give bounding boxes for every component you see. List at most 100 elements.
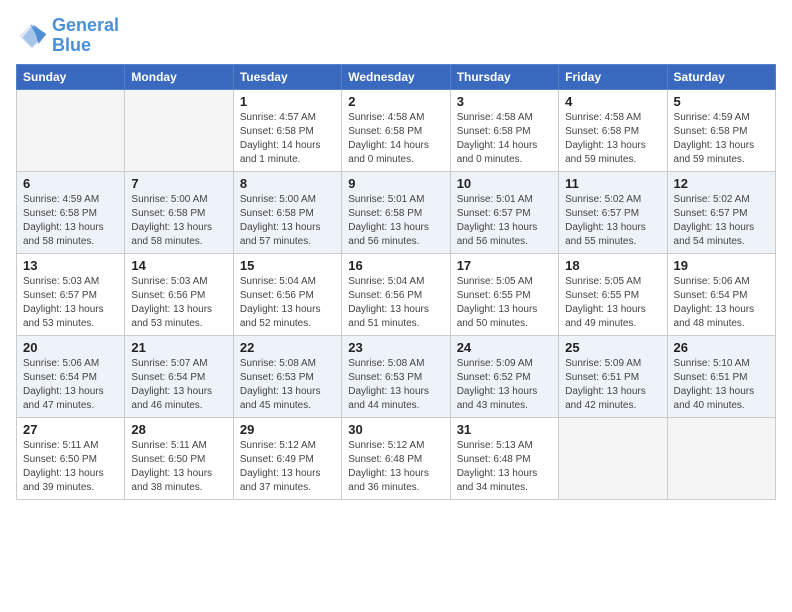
day-info: Sunrise: 5:06 AMSunset: 6:54 PMDaylight:… — [674, 275, 769, 331]
calendar-cell: 12Sunrise: 5:02 AMSunset: 6:57 PMDayligh… — [667, 171, 775, 253]
day-number: 14 — [131, 258, 226, 273]
day-info: Sunrise: 5:11 AMSunset: 6:50 PMDaylight:… — [131, 439, 226, 495]
day-number: 13 — [23, 258, 118, 273]
day-info: Sunrise: 5:08 AMSunset: 6:53 PMDaylight:… — [240, 357, 335, 413]
day-info: Sunrise: 4:58 AMSunset: 6:58 PMDaylight:… — [565, 111, 660, 167]
day-number: 9 — [348, 176, 443, 191]
day-info: Sunrise: 5:12 AMSunset: 6:48 PMDaylight:… — [348, 439, 443, 495]
calendar-cell: 7 Sunrise: 5:00 AMSunset: 6:58 PMDaylight… — [125, 171, 233, 253]
calendar-cell: 30Sunrise: 5:12 AMSunset: 6:48 PMDayligh… — [342, 417, 450, 499]
calendar: SundayMondayTuesdayWednesdayThursdayFrid… — [16, 64, 776, 500]
calendar-cell: 20 Sunrise: 5:06 AMSunset: 6:54 PMDayligh… — [17, 335, 125, 417]
day-number: 10 — [457, 176, 552, 191]
calendar-cell — [559, 417, 667, 499]
day-number: 4 — [565, 94, 660, 109]
calendar-cell: 27 Sunrise: 5:11 AMSunset: 6:50 PMDayligh… — [17, 417, 125, 499]
calendar-cell: 8Sunrise: 5:00 AMSunset: 6:58 PMDaylight… — [233, 171, 341, 253]
day-info: Sunrise: 5:05 AMSunset: 6:55 PMDaylight:… — [565, 275, 660, 331]
calendar-cell: 6 Sunrise: 4:59 AMSunset: 6:58 PMDaylight… — [17, 171, 125, 253]
calendar-cell: 28 Sunrise: 5:11 AMSunset: 6:50 PMDayligh… — [125, 417, 233, 499]
day-number: 3 — [457, 94, 552, 109]
day-info: Sunrise: 5:00 AMSunset: 6:58 PMDaylight:… — [131, 193, 226, 249]
calendar-cell — [17, 89, 125, 171]
day-info: Sunrise: 5:08 AMSunset: 6:53 PMDaylight:… — [348, 357, 443, 413]
day-number: 12 — [674, 176, 769, 191]
day-number: 6 — [23, 176, 118, 191]
weekday-header-saturday: Saturday — [667, 64, 775, 89]
weekday-header-sunday: Sunday — [17, 64, 125, 89]
day-info: Sunrise: 5:12 AMSunset: 6:49 PMDaylight:… — [240, 439, 335, 495]
calendar-cell: 9 Sunrise: 5:01 AMSunset: 6:58 PMDaylight… — [342, 171, 450, 253]
day-info: Sunrise: 5:06 AMSunset: 6:54 PMDaylight:… — [23, 357, 118, 413]
day-number: 15 — [240, 258, 335, 273]
day-number: 20 — [23, 340, 118, 355]
day-number: 16 — [348, 258, 443, 273]
day-info: Sunrise: 5:05 AMSunset: 6:55 PMDaylight:… — [457, 275, 552, 331]
logo-icon — [16, 20, 48, 52]
calendar-cell: 1Sunrise: 4:57 AMSunset: 6:58 PMDaylight… — [233, 89, 341, 171]
day-info: Sunrise: 4:59 AMSunset: 6:58 PMDaylight:… — [23, 193, 118, 249]
calendar-cell: 19 Sunrise: 5:06 AMSunset: 6:54 PMDayligh… — [667, 253, 775, 335]
calendar-cell: 22 Sunrise: 5:08 AMSunset: 6:53 PMDayligh… — [233, 335, 341, 417]
day-number: 7 — [131, 176, 226, 191]
calendar-cell: 4 Sunrise: 4:58 AMSunset: 6:58 PMDaylight… — [559, 89, 667, 171]
day-number: 29 — [240, 422, 335, 437]
day-number: 18 — [565, 258, 660, 273]
day-info: Sunrise: 5:10 AMSunset: 6:51 PMDaylight:… — [674, 357, 769, 413]
day-number: 28 — [131, 422, 226, 437]
day-number: 23 — [348, 340, 443, 355]
day-number: 19 — [674, 258, 769, 273]
calendar-cell: 29 Sunrise: 5:12 AMSunset: 6:49 PMDayligh… — [233, 417, 341, 499]
day-info: Sunrise: 5:04 AMSunset: 6:56 PMDaylight:… — [240, 275, 335, 331]
calendar-cell: 3Sunrise: 4:58 AMSunset: 6:58 PMDaylight… — [450, 89, 558, 171]
day-info: Sunrise: 5:03 AMSunset: 6:57 PMDaylight:… — [23, 275, 118, 331]
calendar-cell: 5 Sunrise: 4:59 AMSunset: 6:58 PMDaylight… — [667, 89, 775, 171]
day-number: 11 — [565, 176, 660, 191]
day-info: Sunrise: 5:02 AMSunset: 6:57 PMDaylight:… — [565, 193, 660, 249]
day-info: Sunrise: 5:09 AMSunset: 6:51 PMDaylight:… — [565, 357, 660, 413]
day-number: 24 — [457, 340, 552, 355]
calendar-cell: 31Sunrise: 5:13 AMSunset: 6:48 PMDayligh… — [450, 417, 558, 499]
week-row-4: 20 Sunrise: 5:06 AMSunset: 6:54 PMDayligh… — [17, 335, 776, 417]
calendar-cell: 25 Sunrise: 5:09 AMSunset: 6:51 PMDayligh… — [559, 335, 667, 417]
calendar-cell: 16 Sunrise: 5:04 AMSunset: 6:56 PMDayligh… — [342, 253, 450, 335]
day-info: Sunrise: 5:11 AMSunset: 6:50 PMDaylight:… — [23, 439, 118, 495]
day-number: 5 — [674, 94, 769, 109]
week-row-1: 1Sunrise: 4:57 AMSunset: 6:58 PMDaylight… — [17, 89, 776, 171]
day-number: 27 — [23, 422, 118, 437]
day-info: Sunrise: 5:01 AMSunset: 6:58 PMDaylight:… — [348, 193, 443, 249]
day-info: Sunrise: 5:01 AMSunset: 6:57 PMDaylight:… — [457, 193, 552, 249]
weekday-header-thursday: Thursday — [450, 64, 558, 89]
weekday-header-monday: Monday — [125, 64, 233, 89]
day-info: Sunrise: 5:04 AMSunset: 6:56 PMDaylight:… — [348, 275, 443, 331]
calendar-cell — [667, 417, 775, 499]
day-info: Sunrise: 5:00 AMSunset: 6:58 PMDaylight:… — [240, 193, 335, 249]
calendar-cell: 26 Sunrise: 5:10 AMSunset: 6:51 PMDayligh… — [667, 335, 775, 417]
calendar-cell: 10 Sunrise: 5:01 AMSunset: 6:57 PMDayligh… — [450, 171, 558, 253]
logo: General Blue — [16, 16, 119, 56]
calendar-cell: 23 Sunrise: 5:08 AMSunset: 6:53 PMDayligh… — [342, 335, 450, 417]
day-number: 2 — [348, 94, 443, 109]
day-number: 25 — [565, 340, 660, 355]
day-number: 22 — [240, 340, 335, 355]
calendar-cell: 17 Sunrise: 5:05 AMSunset: 6:55 PMDayligh… — [450, 253, 558, 335]
day-info: Sunrise: 5:03 AMSunset: 6:56 PMDaylight:… — [131, 275, 226, 331]
day-info: Sunrise: 5:13 AMSunset: 6:48 PMDaylight:… — [457, 439, 552, 495]
calendar-cell: 13 Sunrise: 5:03 AMSunset: 6:57 PMDayligh… — [17, 253, 125, 335]
page-header: General Blue — [16, 16, 776, 56]
calendar-cell: 18 Sunrise: 5:05 AMSunset: 6:55 PMDayligh… — [559, 253, 667, 335]
day-info: Sunrise: 5:09 AMSunset: 6:52 PMDaylight:… — [457, 357, 552, 413]
calendar-cell: 24 Sunrise: 5:09 AMSunset: 6:52 PMDayligh… — [450, 335, 558, 417]
day-number: 26 — [674, 340, 769, 355]
calendar-cell — [125, 89, 233, 171]
week-row-5: 27 Sunrise: 5:11 AMSunset: 6:50 PMDayligh… — [17, 417, 776, 499]
day-info: Sunrise: 4:59 AMSunset: 6:58 PMDaylight:… — [674, 111, 769, 167]
day-number: 21 — [131, 340, 226, 355]
day-number: 1 — [240, 94, 335, 109]
day-number: 17 — [457, 258, 552, 273]
calendar-cell: 21Sunrise: 5:07 AMSunset: 6:54 PMDayligh… — [125, 335, 233, 417]
day-info: Sunrise: 4:58 AMSunset: 6:58 PMDaylight:… — [348, 111, 443, 167]
logo-text: General Blue — [52, 16, 119, 56]
week-row-2: 6 Sunrise: 4:59 AMSunset: 6:58 PMDaylight… — [17, 171, 776, 253]
week-row-3: 13 Sunrise: 5:03 AMSunset: 6:57 PMDayligh… — [17, 253, 776, 335]
